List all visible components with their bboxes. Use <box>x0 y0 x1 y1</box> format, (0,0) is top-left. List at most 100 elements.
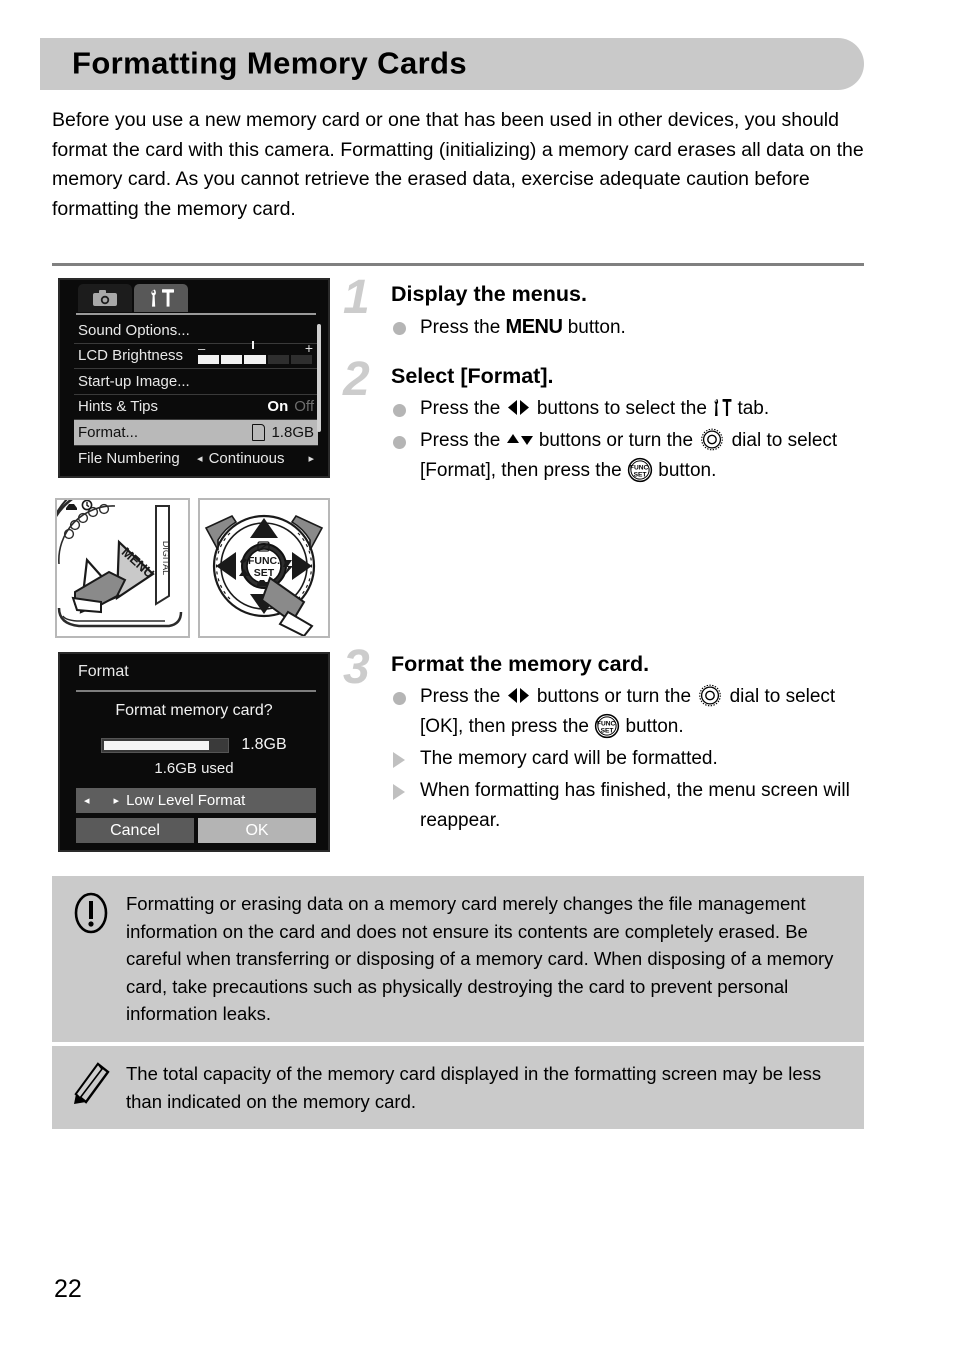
svg-text:FUNC.: FUNC. <box>248 555 280 567</box>
brightness-segment <box>221 354 243 364</box>
menu-label: Hints & Tips <box>78 398 159 416</box>
step-body: Press the buttons or turn the dial to se… <box>391 682 863 836</box>
intro-paragraph: Before you use a new memory card or one … <box>52 109 864 220</box>
cancel-button[interactable]: Cancel <box>76 818 194 843</box>
bullet-text: tab. <box>732 398 770 419</box>
warning-callout: Formatting or erasing data on a memory c… <box>52 876 864 1042</box>
llf-check-arrow-icon: ▸ <box>113 795 120 807</box>
format-question-text: Format memory card? <box>115 702 273 719</box>
menu-row-format[interactable]: Format... 1.8GB <box>74 420 318 446</box>
menu-button-label: MENU <box>505 316 563 338</box>
bullet-text-pre: Press the <box>420 317 506 338</box>
warning-text: Formatting or erasing data on a memory c… <box>126 893 834 1024</box>
note-pencil-icon <box>74 1062 110 1104</box>
func-set-button-icon: FUNC. SET <box>595 713 620 739</box>
step-bullet: Press the buttons to select the tab. <box>391 394 863 424</box>
camera-menu-screenshot: Sound Options... LCD Brightness – + Star… <box>58 278 330 478</box>
step-heading: Select [Format]. <box>391 364 554 388</box>
menu-value: 1.8GB <box>252 423 314 441</box>
bullet-dot-icon <box>393 322 406 335</box>
result-text: The memory card will be formatted. <box>420 748 718 769</box>
svg-text:FUNC.: FUNC. <box>597 720 617 727</box>
brightness-segment <box>198 354 220 364</box>
svg-text:DIGITAL: DIGITAL <box>161 541 171 575</box>
menu-tab-row <box>60 284 328 314</box>
step-bullet: Press the buttons or turn the dial to se… <box>391 426 863 486</box>
step-heading: Display the menus. <box>391 282 587 306</box>
func-set-button-icon: FUNC. SET <box>627 457 653 483</box>
camera-back-menu-illustration: DIGITAL MENU DI <box>57 500 183 628</box>
menu-row-start-up-image[interactable]: Start-up Image... <box>74 369 318 395</box>
used-capacity-label: 1.6GB used <box>154 760 234 777</box>
result-triangle-icon <box>393 752 405 768</box>
brightness-segment <box>267 354 289 364</box>
brightness-minus-label: – <box>198 340 206 356</box>
format-dialog-rule <box>76 690 316 692</box>
up-down-buttons-icon <box>506 434 533 446</box>
step-1: 1 Display the menus. Press the MENU butt… <box>343 274 863 343</box>
hints-toggle-on[interactable]: On <box>267 398 288 415</box>
step-body: Press the MENU button. <box>391 312 863 343</box>
memory-card-icon <box>252 423 266 441</box>
settings-tab-icon <box>714 399 732 417</box>
step-2: 2 Select [Format]. Press the buttons to … <box>343 356 863 486</box>
page-header-band: Formatting Memory Cards <box>40 38 864 90</box>
warning-exclamation-icon <box>74 892 108 934</box>
step-bullet: Press the MENU button. <box>391 312 863 343</box>
menu-row-file-numbering[interactable]: File Numbering ◂ Continuous ▸ <box>74 446 318 472</box>
left-right-buttons-icon <box>507 688 529 704</box>
menu-label: File Numbering <box>78 449 180 467</box>
bullet-text: buttons or turn the <box>533 430 699 451</box>
capacity-bar-fill <box>104 740 210 750</box>
step-number: 2 <box>343 353 370 406</box>
menu-row-lcd-brightness[interactable]: LCD Brightness – + <box>74 340 318 369</box>
menu-row-hints-and-tips[interactable]: Hints & Tips On Off <box>74 395 318 420</box>
menu-label: Sound Options... <box>78 321 190 339</box>
menu-item-list: Sound Options... LCD Brightness – + Star… <box>74 318 318 471</box>
page-title: Formatting Memory Cards <box>72 45 468 81</box>
low-level-format-option[interactable]: ◂ ▸ Low Level Format <box>76 788 316 813</box>
format-dialog-buttons: Cancel OK <box>76 818 316 843</box>
format-dialog-screenshot: Format Format memory card? 1.8GB 1.6GB u… <box>58 652 330 852</box>
spinner-left-arrow-icon[interactable]: ◂ <box>197 452 203 465</box>
hints-toggle-off[interactable]: Off <box>294 398 314 415</box>
menu-label: Format... <box>78 423 139 441</box>
bullet-text: Press the <box>420 686 506 707</box>
section-divider <box>52 263 864 266</box>
brightness-slider[interactable]: – + <box>196 340 314 367</box>
note-text: The total capacity of the memory card di… <box>126 1063 822 1112</box>
tab-settings[interactable] <box>134 284 188 312</box>
menu-value: ◂ Continuous ▸ <box>197 450 314 467</box>
step-number: 3 <box>343 641 370 694</box>
result-text: When formatting has finished, the menu s… <box>420 780 850 831</box>
capacity-bar <box>101 737 230 753</box>
svg-text:SET: SET <box>634 471 647 478</box>
spinner-right-arrow-icon[interactable]: ▸ <box>308 452 314 465</box>
ok-button[interactable]: OK <box>198 818 316 843</box>
step-result: The memory card will be formatted. <box>391 744 863 774</box>
left-right-buttons-icon <box>507 400 529 416</box>
total-capacity-label: 1.8GB <box>241 736 287 753</box>
step-heading: Format the memory card. <box>391 652 650 676</box>
format-dialog-title: Format <box>78 663 129 680</box>
step-body: Press the buttons to select the tab. Pre… <box>391 394 863 486</box>
svg-text:FUNC.: FUNC. <box>630 464 650 471</box>
result-triangle-icon <box>393 784 405 800</box>
bullet-dot-icon <box>393 692 406 705</box>
bullet-text: buttons or turn the <box>531 686 697 707</box>
svg-text:SET: SET <box>601 727 614 734</box>
menu-label: LCD Brightness <box>78 347 184 365</box>
brightness-track <box>198 354 313 364</box>
camera-icon <box>93 290 117 306</box>
step-number: 1 <box>343 271 370 324</box>
llf-left-arrow-icon[interactable]: ◂ <box>84 794 90 807</box>
menu-scrollbar[interactable] <box>317 324 321 432</box>
format-capacity-row: 1.8GB <box>60 736 328 754</box>
brightness-center-mark <box>252 340 254 349</box>
menu-value: – + <box>196 340 314 367</box>
control-dial-icon <box>701 429 724 451</box>
step-result: When formatting has finished, the menu s… <box>391 776 863 836</box>
brightness-segment <box>290 354 313 364</box>
tab-shooting[interactable] <box>78 284 132 312</box>
menu-row-sound-options[interactable]: Sound Options... <box>74 318 318 344</box>
